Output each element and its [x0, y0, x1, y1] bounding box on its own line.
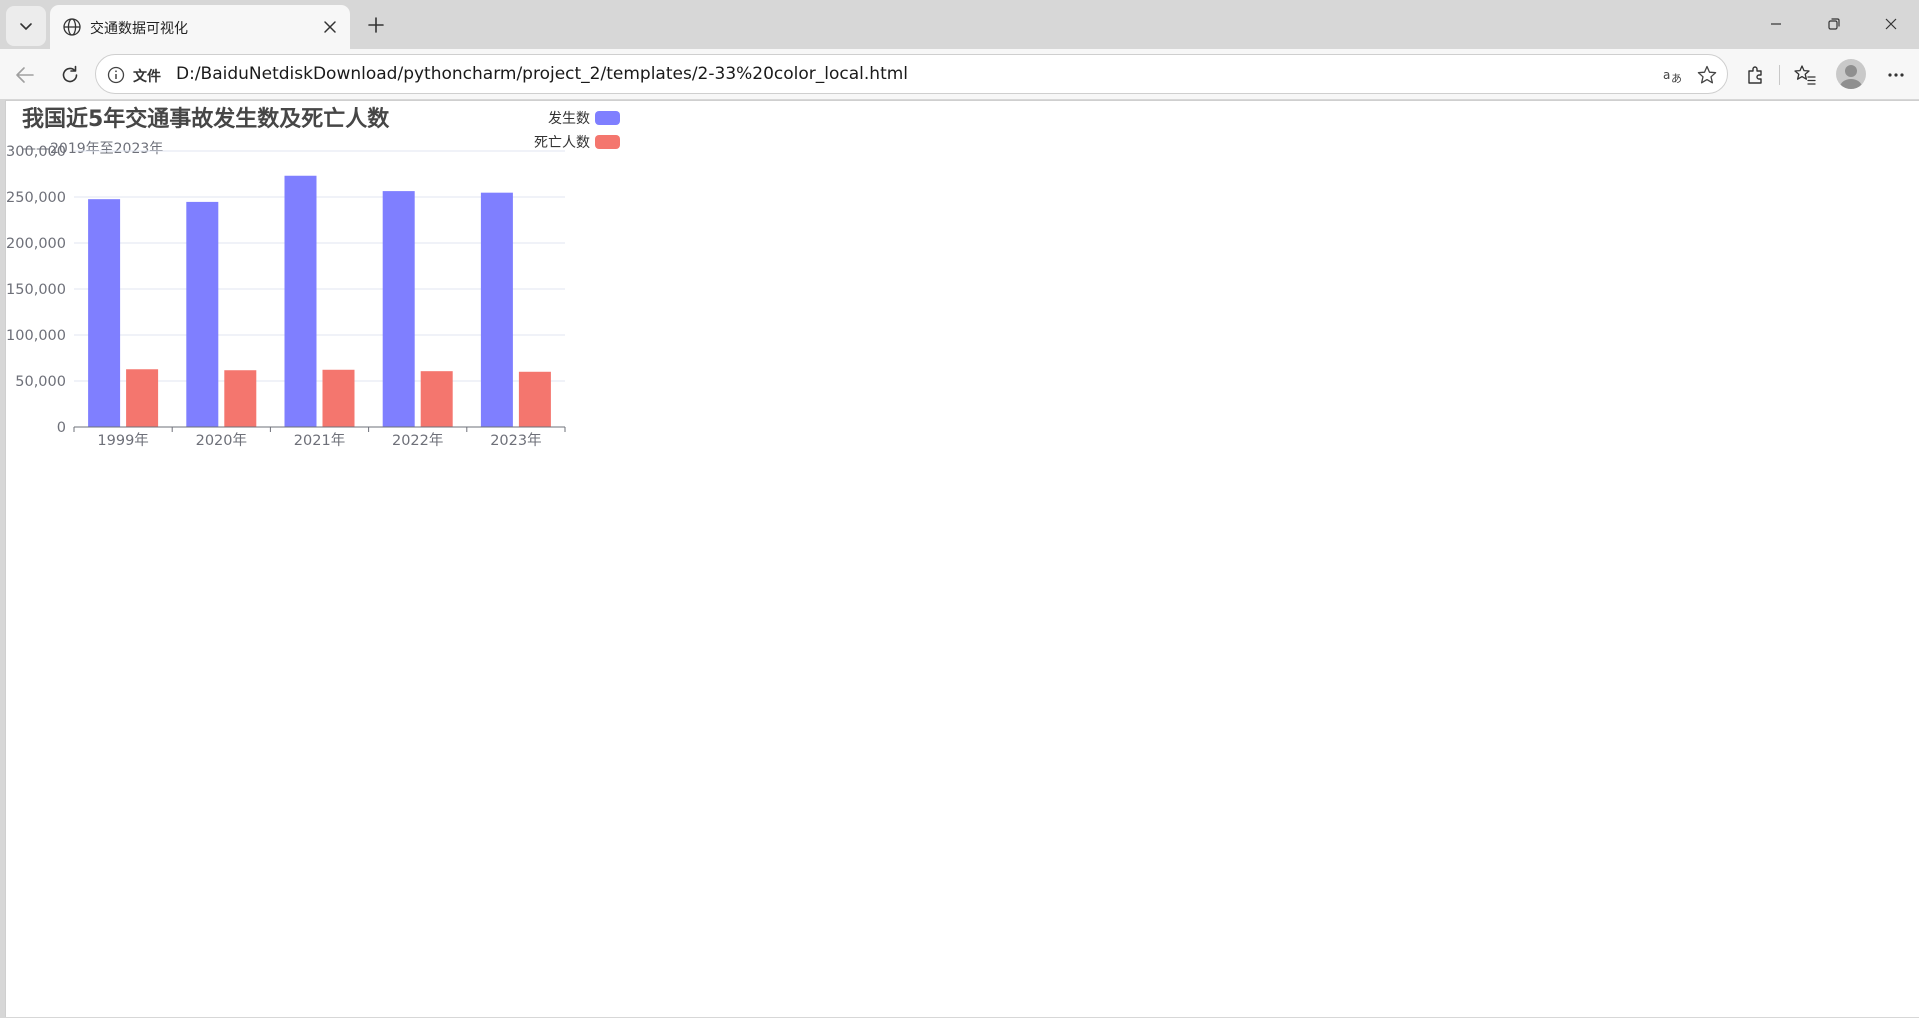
info-icon[interactable] — [106, 65, 126, 85]
extensions-icon — [1748, 66, 1762, 84]
globe-icon — [63, 18, 81, 36]
toolbar-divider — [1779, 65, 1780, 85]
active-tab[interactable]: 交通数据可视化 — [50, 5, 350, 49]
y-tick-label: 150,000 — [6, 282, 66, 298]
x-tick-label: 2023年 — [490, 432, 541, 449]
x-tick-label: 1999年 — [97, 432, 148, 449]
window-close-button[interactable] — [1863, 0, 1919, 48]
y-tick-label: 300,000 — [6, 144, 66, 160]
tab-actions-button[interactable] — [6, 6, 46, 46]
profile-icon — [1840, 65, 1862, 89]
back-button[interactable] — [7, 57, 43, 93]
legend-label: 死亡人数 — [534, 135, 590, 151]
legend-swatch — [595, 135, 620, 149]
bar-occurrences — [88, 199, 121, 427]
x-tick-label: 2021年 — [294, 432, 345, 449]
bar-occurrences — [186, 201, 219, 427]
address-scheme-label: 文件 — [133, 69, 161, 85]
browser-toolbar: 文件 D:/BaiduNetdiskDownload/pythoncharm/p… — [0, 49, 1919, 117]
read-aloud-button[interactable]: a あ — [1661, 63, 1685, 87]
svg-text:a: a — [1663, 68, 1670, 82]
bar-deaths — [322, 369, 355, 427]
plus-icon — [368, 17, 384, 33]
x-tick-label: 2022年 — [392, 432, 443, 449]
address-bar[interactable]: 文件 D:/BaiduNetdiskDownload/pythoncharm/p… — [95, 54, 1728, 94]
legend-label: 发生数 — [548, 111, 590, 127]
close-icon — [324, 21, 336, 33]
refresh-button[interactable] — [52, 57, 88, 93]
page-viewport: 我国近5年交通事故发生数及死亡人数 ——2019年至2023年 0 50,000 1… — [5, 100, 1919, 1017]
legend-swatch — [595, 111, 620, 125]
bar-occurrences — [480, 192, 513, 427]
favorite-star-button[interactable] — [1695, 63, 1719, 87]
window-close-icon — [1885, 18, 1897, 30]
restore-button[interactable] — [1806, 0, 1862, 48]
minimize-icon — [1771, 23, 1781, 25]
more-icon — [1888, 73, 1904, 77]
bar-deaths — [420, 371, 453, 427]
tab-close-button[interactable] — [318, 15, 342, 39]
x-tick-label: 2020年 — [196, 432, 247, 449]
address-url[interactable]: D:/BaiduNetdiskDownload/pythoncharm/proj… — [176, 64, 908, 84]
back-icon — [16, 67, 34, 83]
bar-occurrences — [382, 191, 415, 427]
restore-icon — [1828, 18, 1840, 30]
favorites-icon — [1794, 65, 1816, 85]
bar-deaths — [224, 370, 257, 427]
star-icon — [1697, 65, 1717, 84]
y-tick-label: 50,000 — [15, 374, 66, 390]
chart-title: 我国近5年交通事故发生数及死亡人数 — [22, 106, 390, 132]
bar-deaths — [126, 369, 159, 427]
y-tick-label: 250,000 — [6, 190, 66, 206]
bar-deaths — [518, 371, 551, 427]
y-tick-label: 200,000 — [6, 236, 66, 252]
read-aloud-icon: a あ — [1663, 68, 1682, 85]
tab-strip: 交通数据可视化 — [0, 0, 1919, 49]
y-tick-label: 100,000 — [6, 328, 66, 344]
chevron-down-icon — [20, 23, 32, 31]
tab-title: 交通数据可视化 — [90, 21, 188, 37]
extensions-button[interactable] — [1741, 61, 1769, 89]
bar-occurrences — [284, 175, 317, 427]
svg-text:あ: あ — [1671, 72, 1682, 85]
minimize-button[interactable] — [1748, 0, 1804, 48]
y-tick-label: 0 — [57, 420, 66, 436]
new-tab-button[interactable] — [360, 9, 392, 41]
avatar[interactable] — [1836, 59, 1866, 89]
bar-chart: 我国近5年交通事故发生数及死亡人数 ——2019年至2023年 050,0001… — [6, 106, 620, 449]
more-button[interactable] — [1882, 61, 1910, 89]
refresh-icon — [62, 65, 78, 83]
favorites-button[interactable] — [1791, 61, 1819, 89]
